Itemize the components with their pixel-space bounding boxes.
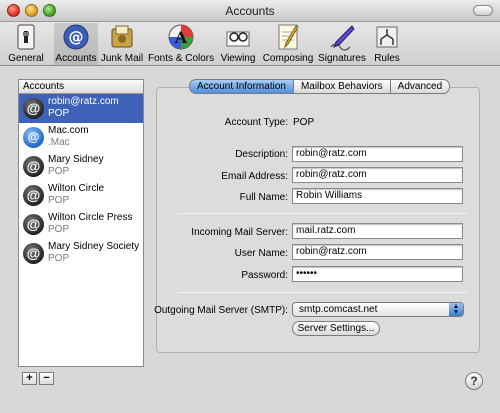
at-account-icon: @ (23, 98, 44, 119)
incoming-server-label: Incoming Mail Server: (191, 227, 288, 238)
toolbar-rules[interactable]: Rules (370, 23, 404, 65)
account-type-value: POP (293, 117, 315, 128)
help-button[interactable]: ? (465, 372, 483, 390)
account-item-mary-sidney-society[interactable]: @ Mary Sidney Society POP (19, 239, 143, 268)
email-address-field[interactable]: robin@ratz.com (292, 167, 463, 183)
full-name-field[interactable]: Robin Williams (292, 188, 463, 204)
at-sign-icon: @ (62, 23, 90, 51)
pencil-notepad-icon (274, 23, 302, 51)
description-field[interactable]: robin@ratz.com (292, 146, 463, 162)
mac-account-icon: @ (23, 127, 44, 148)
rules-icon (373, 23, 401, 51)
toolbar-toggle-button[interactable] (473, 5, 493, 16)
smtp-server-popup[interactable]: smtp.comcast.net ▲ ▼ (292, 302, 464, 317)
at-account-icon: @ (23, 214, 44, 235)
user-name-field[interactable]: robin@ratz.com (292, 244, 463, 260)
description-label: Description: (235, 149, 288, 160)
svg-text:@: @ (69, 28, 84, 46)
at-account-icon: @ (23, 243, 44, 264)
toolbar-composing[interactable]: Composing (262, 23, 314, 65)
tab-advanced[interactable]: Advanced (389, 79, 451, 94)
at-account-icon: @ (23, 156, 44, 177)
server-settings-button[interactable]: Server Settings... (292, 321, 380, 336)
title-bar: Accounts (0, 0, 500, 22)
account-type-label: Account Type: (224, 117, 288, 128)
toolbar-fonts-colors[interactable]: A Fonts & Colors (148, 23, 214, 65)
glasses-icon (224, 23, 252, 51)
email-address-label: Email Address: (221, 171, 288, 182)
toolbar-junk-mail[interactable]: Junk Mail (99, 23, 145, 65)
incoming-server-field[interactable]: mail.ratz.com (292, 223, 463, 239)
remove-account-button[interactable]: − (39, 372, 54, 385)
window-title: Accounts (225, 4, 275, 18)
full-name-label: Full Name: (239, 192, 288, 203)
accounts-list[interactable]: Accounts @ robin@ratz.com POP @ Mac.com … (18, 79, 144, 367)
popup-arrows-icon: ▲ ▼ (449, 303, 463, 316)
tab-account-information[interactable]: Account Information (189, 79, 294, 94)
password-field[interactable]: •••••• (292, 266, 463, 282)
junk-mail-icon (108, 23, 136, 51)
account-item-mary-sidney[interactable]: @ Mary Sidney POP (19, 152, 143, 181)
at-account-icon: @ (23, 185, 44, 206)
accounts-list-header: Accounts (19, 80, 143, 94)
account-item-robin[interactable]: @ robin@ratz.com POP (19, 94, 143, 123)
account-item-wilton-circle[interactable]: @ Wilton Circle POP (19, 181, 143, 210)
section-divider (178, 213, 468, 214)
account-item-mac[interactable]: @ Mac.com .Mac (19, 123, 143, 152)
signature-pen-icon (328, 23, 356, 51)
user-name-label: User Name: (234, 248, 288, 259)
smtp-label: Outgoing Mail Server (SMTP): (154, 305, 288, 316)
toolbar-viewing[interactable]: Viewing (218, 23, 258, 65)
font-palette-icon: A (167, 23, 195, 51)
tab-mailbox-behaviors[interactable]: Mailbox Behaviors (292, 79, 391, 94)
settings-tabs: Account Information Mailbox Behaviors Ad… (189, 79, 451, 94)
toolbar-general[interactable]: General (6, 23, 46, 65)
switch-icon (12, 23, 40, 51)
section-divider (178, 292, 468, 293)
smtp-server-value: smtp.comcast.net (299, 304, 378, 315)
password-label: Password: (241, 270, 288, 281)
toolbar-accounts[interactable]: @ Accounts (54, 23, 98, 65)
toolbar-signatures[interactable]: Signatures (316, 23, 368, 65)
account-item-wilton-circle-press[interactable]: @ Wilton Circle Press POP (19, 210, 143, 239)
svg-text:A: A (174, 28, 188, 47)
add-account-button[interactable]: + (22, 372, 37, 385)
preferences-toolbar: General @ Accounts Junk Mail A Fonts & C… (0, 22, 500, 66)
